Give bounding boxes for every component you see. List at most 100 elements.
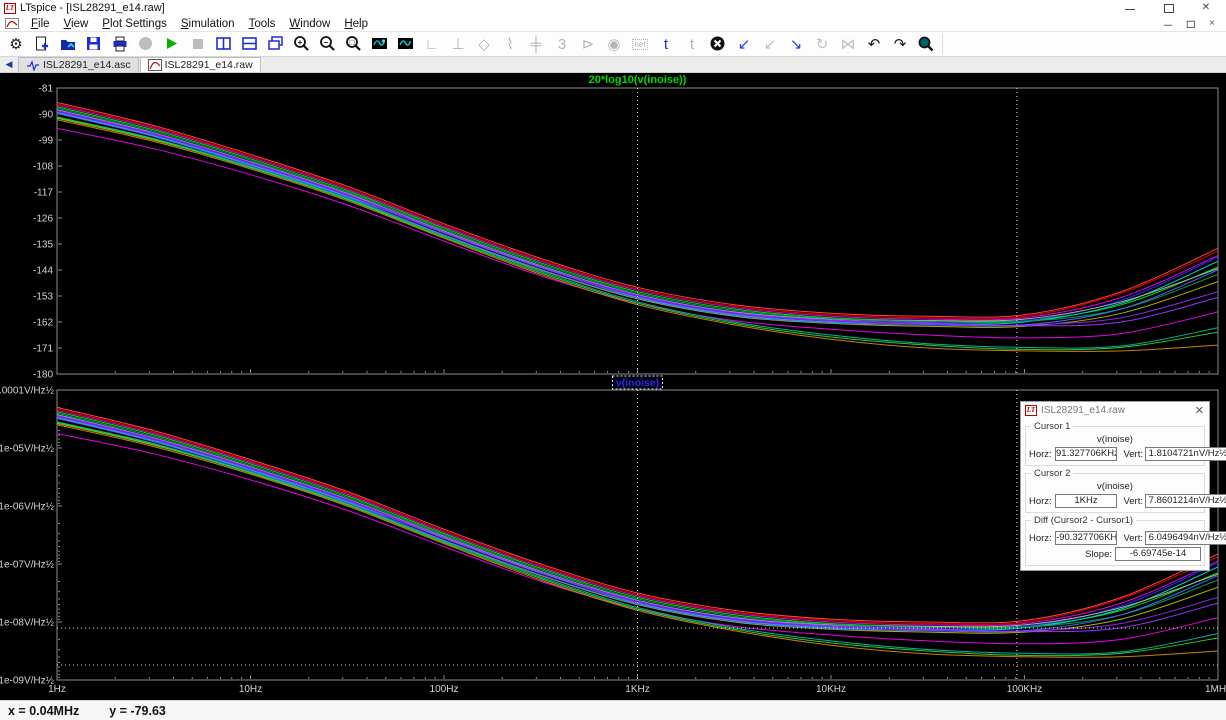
y-axis-label: 1e-08V/Hz½ <box>0 618 55 629</box>
menu-item-plot-settings[interactable]: Plot Settings <box>95 18 174 30</box>
undo-icon[interactable]: ↶ <box>862 33 886 55</box>
close-icon[interactable]: ✕ <box>1200 3 1212 13</box>
pause-icon[interactable] <box>134 33 158 55</box>
net-icon[interactable]: net <box>628 33 652 55</box>
drag-icon[interactable]: ↙ <box>758 33 782 55</box>
x-axis-label: 10KHz <box>816 684 846 695</box>
toolbar: ⚙+−□∟⊥◇⌇╪3⊳◉nettt↙↙↘↻⋈↶↷ <box>0 31 1226 57</box>
run-icon[interactable] <box>160 33 184 55</box>
waveform-icon[interactable] <box>394 33 418 55</box>
tab-isl28291_e14.asc[interactable]: ISL28291_e14.asc <box>18 57 139 72</box>
waveform-plot[interactable]: -81-90-99-108-117-126-135-144-153-162-17… <box>0 73 1226 700</box>
spice-directive-icon[interactable]: t <box>680 33 704 55</box>
y-axis-label: -81 <box>39 84 54 95</box>
cursor2-vert-label: Vert: <box>1119 496 1143 507</box>
zoom-out-icon[interactable]: − <box>316 33 340 55</box>
menu-items: FileViewPlot SettingsSimulationToolsWind… <box>24 18 375 30</box>
y-axis-label: 1e-06V/Hz½ <box>0 502 55 513</box>
cursor1-vert-value[interactable]: 1.8104721nV/Hz½ <box>1145 447 1226 461</box>
menu-item-view[interactable]: View <box>57 18 96 30</box>
status-x-readout: x = 0.04MHz <box>8 704 79 718</box>
zoom-full-icon[interactable]: □ <box>342 33 366 55</box>
cursor2-vert-value[interactable]: 7.8601214nV/Hz½ <box>1145 494 1226 508</box>
x-axis-label: 1MHz <box>1205 684 1226 695</box>
x-axis-label: 100Hz <box>430 684 459 695</box>
waveform-icon <box>148 59 162 71</box>
control-panel-icon[interactable]: ⚙ <box>4 33 28 55</box>
x-axis-label: 1Hz <box>48 684 66 695</box>
new-schematic-icon[interactable] <box>30 33 54 55</box>
search-icon[interactable] <box>914 33 938 55</box>
tile-vertical-icon[interactable] <box>212 33 236 55</box>
mdi-minimize-icon[interactable] <box>1163 20 1173 28</box>
rotate-icon[interactable]: ↻ <box>810 33 834 55</box>
inductor-icon[interactable]: 3 <box>550 33 574 55</box>
y-axis-label: -144 <box>33 266 53 277</box>
cursor1-vert-label: Vert: <box>1119 449 1143 460</box>
cursor2-horz-value[interactable]: 1KHz <box>1055 494 1117 508</box>
diff-horz-label: Horz: <box>1029 533 1055 544</box>
y-axis-label: -90 <box>39 110 54 121</box>
stretch-icon[interactable]: ↘ <box>784 33 808 55</box>
cursor2-group: Cursor 2 v(inoise) Horz: 1KHz Vert: 7.86… <box>1025 473 1205 513</box>
resistor-icon[interactable]: ⌇ <box>498 33 522 55</box>
y-axis-label: -162 <box>33 318 53 329</box>
mdi-restore-icon[interactable] <box>1185 20 1195 28</box>
pane2-title-selected[interactable]: v(inoise) <box>616 377 659 389</box>
cursor1-horz-value[interactable]: 91.327706KHz <box>1055 447 1117 461</box>
tab-back-icon[interactable]: ◀ <box>0 57 18 72</box>
menu-item-help[interactable]: Help <box>337 18 375 30</box>
zoom-in-icon[interactable]: + <box>290 33 314 55</box>
menu-bar: FileViewPlot SettingsSimulationToolsWind… <box>0 16 1226 31</box>
capacitor-icon[interactable]: ╪ <box>524 33 548 55</box>
autorange-icon[interactable] <box>368 33 392 55</box>
document-waveform-icon <box>5 18 19 29</box>
svg-text:+: + <box>298 38 303 47</box>
menu-item-tools[interactable]: Tools <box>242 18 283 30</box>
menu-item-simulation[interactable]: Simulation <box>174 18 242 30</box>
y-axis-label: 1e-05V/Hz½ <box>0 444 55 455</box>
open-icon[interactable] <box>56 33 80 55</box>
print-icon[interactable] <box>108 33 132 55</box>
ground-icon[interactable]: ⊥ <box>446 33 470 55</box>
pane1-title[interactable]: 20*log10(v(inoise)) <box>589 74 687 86</box>
y-axis-label: -180 <box>33 370 53 381</box>
status-bar: x = 0.04MHz y = -79.63 <box>0 700 1226 720</box>
diff-vert-value: 6.0496494nV/Hz½ <box>1145 531 1226 545</box>
schematic-icon <box>26 59 40 71</box>
ltspice-icon: LT <box>1025 405 1037 416</box>
y-axis-label: -117 <box>34 188 54 199</box>
move-icon[interactable]: ↙ <box>732 33 756 55</box>
toolbar-separator <box>942 34 943 54</box>
text-icon[interactable]: t <box>654 33 678 55</box>
ltspice-app-icon: LT <box>4 3 16 14</box>
mdi-close-icon[interactable]: ✕ <box>1207 20 1217 28</box>
cascade-windows-icon[interactable] <box>264 33 288 55</box>
window-titlebar: LT LTspice - [ISL28291_e14.raw] ✕ <box>0 0 1226 16</box>
x-axis-label: 10Hz <box>239 684 262 695</box>
component-icon[interactable]: ◉ <box>602 33 626 55</box>
wire-icon[interactable]: ∟ <box>420 33 444 55</box>
diff-horz-value: -90.327706KHz <box>1055 531 1117 545</box>
cursor-window-titlebar[interactable]: LT ISL28291_e14.raw ✕ <box>1021 402 1209 419</box>
minimize-icon[interactable] <box>1124 3 1136 13</box>
tab-isl28291_e14.raw[interactable]: ISL28291_e14.raw <box>140 57 261 72</box>
svg-text:□: □ <box>350 38 355 47</box>
cursor-window[interactable]: LT ISL28291_e14.raw ✕ Cursor 1 v(inoise)… <box>1020 401 1210 571</box>
tile-horizontal-icon[interactable] <box>238 33 262 55</box>
cursor1-horz-label: Horz: <box>1029 449 1055 460</box>
y-axis-label: -99 <box>39 136 54 147</box>
redo-icon[interactable]: ↷ <box>888 33 912 55</box>
label-net-icon[interactable]: ◇ <box>472 33 496 55</box>
halt-icon[interactable] <box>186 33 210 55</box>
diode-icon[interactable]: ⊳ <box>576 33 600 55</box>
tab-bar: ◀ ISL28291_e14.asc ISL28291_e14.raw <box>0 57 1226 73</box>
restore-icon[interactable] <box>1162 3 1174 13</box>
menu-item-window[interactable]: Window <box>282 18 337 30</box>
save-icon[interactable] <box>82 33 106 55</box>
tab-label: ISL28291_e14.asc <box>43 59 131 71</box>
delete-icon[interactable] <box>706 33 730 55</box>
menu-item-file[interactable]: File <box>24 18 57 30</box>
mirror-icon[interactable]: ⋈ <box>836 33 860 55</box>
cursor-close-icon[interactable]: ✕ <box>1195 404 1204 417</box>
